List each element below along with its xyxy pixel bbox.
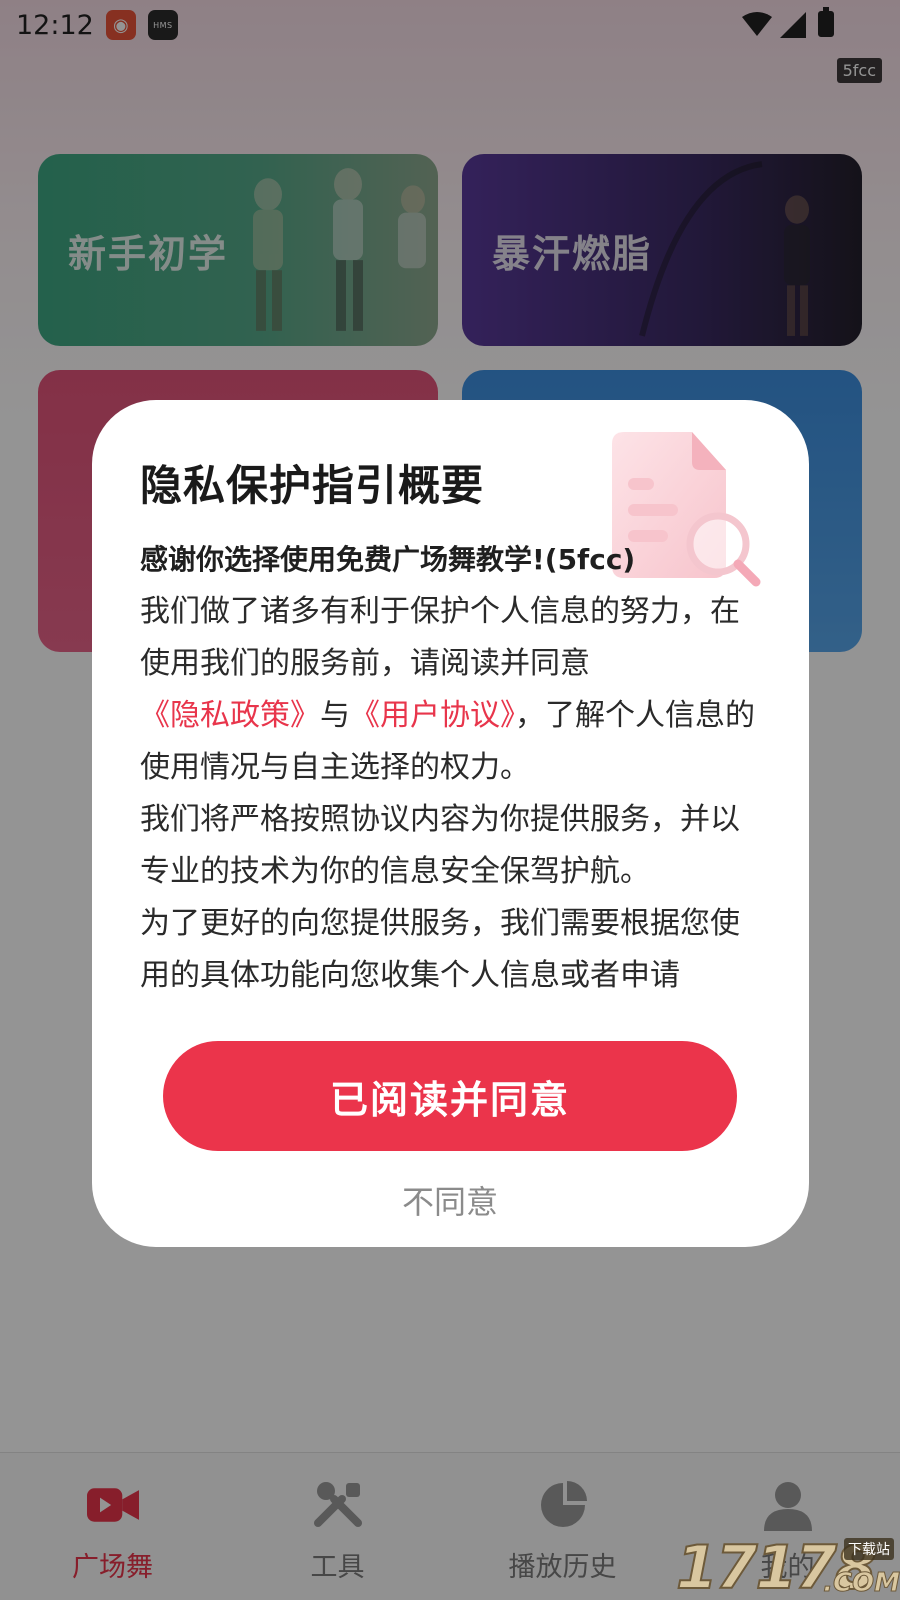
dialog-body: 感谢你选择使用免费广场舞教学!(5fcc) 我们做了诸多有利于保护个人信息的努力… [140, 534, 764, 996]
agree-button[interactable]: 已阅读并同意 [163, 1041, 737, 1151]
dialog-lead: 感谢你选择使用免费广场舞教学!(5fcc) [140, 543, 636, 576]
dialog-paragraph-2: 我们将严格按照协议内容为你提供服务，并以专业的技术为你的信息安全保驾护航。 [140, 802, 740, 889]
watermark-logo: 17178 下载站 .COM [675, 1535, 900, 1600]
dialog-connector: 与 [320, 698, 350, 733]
dialog-title: 隐私保护指引概要 [140, 461, 485, 510]
privacy-dialog: 隐私保护指引概要 感谢你选择使用免费广场舞教学!(5fcc) 我们做了诸多有利于… [92, 400, 809, 1247]
watermark-domain: .COM [823, 1568, 900, 1599]
user-agreement-link[interactable]: 《用户协议》 [350, 698, 515, 733]
watermark-small-text: 下载站 [844, 1538, 894, 1560]
disagree-button[interactable]: 不同意 [350, 1170, 550, 1230]
dialog-paragraph-1: 我们做了诸多有利于保护个人信息的努力，在使用我们的服务前，请阅读并同意 [140, 594, 740, 681]
privacy-policy-link[interactable]: 《隐私政策》 [140, 698, 320, 733]
dialog-paragraph-3: 为了更好的向您提供服务，我们需要根据您使用的具体功能向您收集个人信息或者申请 [140, 906, 740, 993]
